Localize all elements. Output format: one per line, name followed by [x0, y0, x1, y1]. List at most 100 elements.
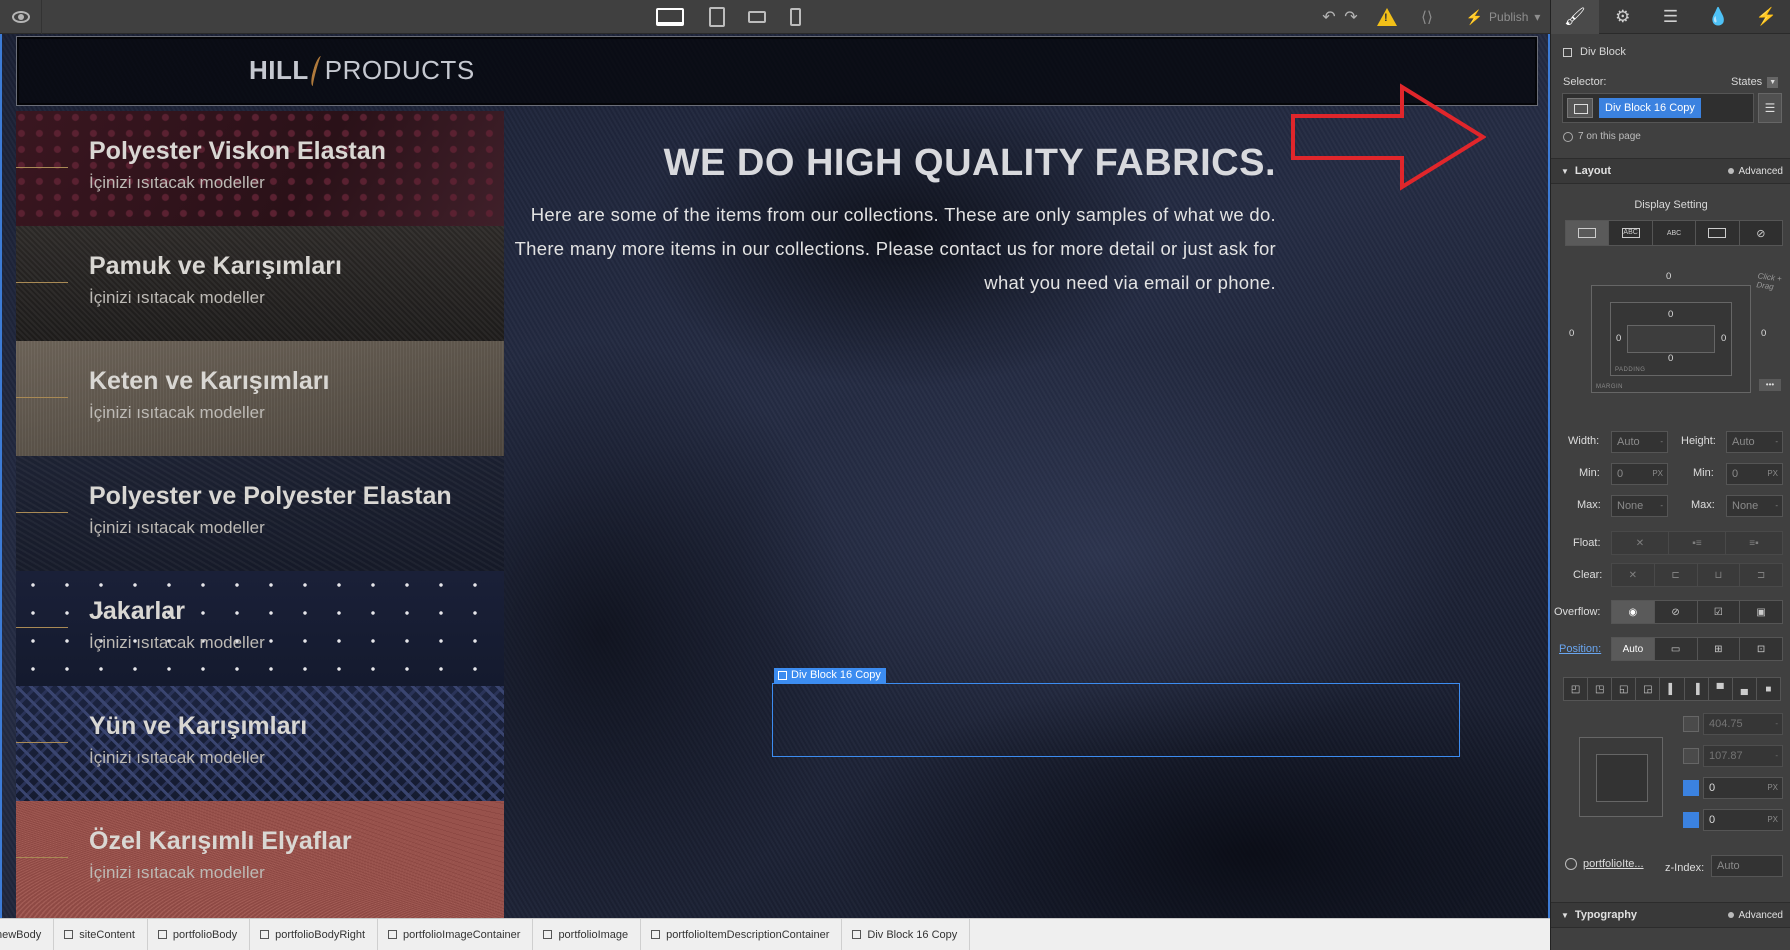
float-right-icon[interactable]: ≡▪ [1726, 532, 1782, 554]
clear-none-button[interactable]: ✕ [1612, 564, 1655, 586]
padding-right-value[interactable]: 0 [1721, 333, 1726, 344]
margin-left-value[interactable]: 0 [1569, 328, 1574, 339]
advanced-toggle[interactable]: Advanced [1727, 910, 1783, 921]
position-relative-icon[interactable]: ▭ [1655, 638, 1698, 660]
preview-eye-icon[interactable] [0, 0, 42, 34]
display-none-button[interactable]: ⊘ [1740, 221, 1782, 245]
clear-both-icon[interactable]: ⊔ [1698, 564, 1741, 586]
padding-bottom-value[interactable]: 0 [1668, 353, 1673, 364]
category-item[interactable]: Keten ve Karışımları İçinizi ısıtacak mod… [16, 341, 504, 456]
bottom-offset-input[interactable]: 0 PX [1703, 809, 1783, 831]
interactions-drops-icon[interactable]: 💧 [1694, 0, 1742, 34]
display-block-button[interactable] [1566, 221, 1610, 245]
hero-paragraph[interactable]: Here are some of the items from our coll… [496, 198, 1276, 300]
states-dropdown[interactable]: States ▼ [1731, 76, 1790, 88]
preset-full-icon[interactable]: ■ [1757, 678, 1780, 700]
preset-top-right-icon[interactable]: ◳ [1588, 678, 1613, 700]
breadcrumb-item[interactable]: newBody [0, 919, 55, 950]
display-inline-button[interactable]: ABC [1653, 221, 1697, 245]
landscape-phone-view-icon[interactable] [744, 5, 770, 29]
display-flex-button[interactable] [1696, 221, 1740, 245]
left-offset-input[interactable]: 107.87 - [1703, 745, 1783, 767]
breadcrumb-item[interactable]: portfolioBody [148, 919, 251, 950]
desktop-view-icon[interactable] [652, 5, 688, 29]
clear-left-icon[interactable]: ⊏ [1655, 564, 1698, 586]
position-offset-box[interactable] [1579, 737, 1663, 817]
selected-element-label[interactable]: Div Block 16 Copy [774, 668, 886, 683]
style-brush-icon[interactable]: 🖌 [1551, 0, 1599, 34]
preset-top-left-icon[interactable]: ◰ [1564, 678, 1589, 700]
lightning-icon[interactable]: ⚡ [1742, 0, 1790, 34]
margin-right-value[interactable]: 0 [1761, 328, 1766, 339]
preset-top-icon[interactable]: ▀ [1709, 678, 1733, 700]
box-model-editor[interactable]: 0 0 0 0 MARGIN 0 0 0 0 PADDING Click + D… [1565, 265, 1783, 397]
overflow-auto-icon[interactable]: ▣ [1740, 601, 1782, 623]
preset-bottom-left-icon[interactable]: ◱ [1612, 678, 1637, 700]
relative-to-selector[interactable]: portfolioIte... [1565, 858, 1644, 870]
max-width-input[interactable]: None - [1611, 495, 1668, 517]
eye-off-icon: ⊘ [1756, 227, 1766, 240]
publish-button[interactable]: ⚡ Publish ▾ [1456, 0, 1550, 34]
float-left-icon[interactable]: ▪≡ [1669, 532, 1726, 554]
selector-menu-icon[interactable]: ☰ [1758, 93, 1782, 123]
selector-field[interactable]: Div Block 16 Copy [1562, 93, 1754, 123]
min-height-input[interactable]: 0 PX [1726, 463, 1783, 485]
selected-div-block[interactable] [772, 683, 1460, 757]
code-icon[interactable]: ⟨⟩ [1410, 0, 1444, 34]
preset-bottom-right-icon[interactable]: ◲ [1636, 678, 1661, 700]
preset-left-icon[interactable]: ▌ [1660, 678, 1685, 700]
tablet-view-icon[interactable] [704, 5, 730, 29]
breadcrumb-item[interactable]: portfolioImage [533, 919, 642, 950]
display-inline-block-button[interactable]: ABC [1609, 221, 1653, 245]
height-input[interactable]: Auto - [1726, 431, 1783, 453]
overflow-visible-eye-icon[interactable]: ◉ [1612, 601, 1655, 623]
category-item[interactable]: Jakarlar İçinizi ısıtacak modeller [16, 571, 504, 686]
min-width-input[interactable]: 0 PX [1611, 463, 1668, 485]
right-offset-input[interactable]: 0 PX [1703, 777, 1783, 799]
width-input[interactable]: Auto - [1611, 431, 1668, 453]
padding-top-value[interactable]: 0 [1668, 309, 1673, 320]
redo-icon[interactable]: ↷ [1340, 0, 1362, 34]
typography-section-header[interactable]: ▼ Typography Advanced [1551, 902, 1790, 928]
warning-icon[interactable]: ! [1372, 0, 1402, 34]
preset-bottom-icon[interactable]: ▄ [1733, 678, 1757, 700]
float-none-button[interactable]: ✕ [1612, 532, 1669, 554]
breadcrumb-item[interactable]: portfolioItemDescriptionContainer [641, 919, 843, 950]
advanced-toggle[interactable]: Advanced [1727, 166, 1783, 177]
design-canvas[interactable]: HILL PRODUCTS Polyester Viskon Elastan İç… [0, 34, 1550, 918]
category-item[interactable]: Yün ve Karışımları İçinizi ısıtacak model… [16, 686, 504, 801]
category-item[interactable]: Polyester Viskon Elastan İçinizi ısıtacak… [16, 111, 504, 226]
more-options-icon[interactable]: ••• [1759, 379, 1781, 391]
position-fixed-icon[interactable]: ⊡ [1740, 638, 1782, 660]
instances-count[interactable]: 7 on this page [1563, 131, 1790, 142]
breadcrumb-item[interactable]: portfolioImageContainer [378, 919, 534, 950]
top-offset-unit: - [1775, 719, 1778, 728]
width-unit: - [1660, 437, 1663, 446]
position-absolute-icon[interactable]: ⊞ [1698, 638, 1741, 660]
breadcrumb-item[interactable]: portfolioBodyRight [250, 919, 379, 950]
breadcrumb-item[interactable]: siteContent [54, 919, 148, 950]
category-item[interactable]: Özel Karışımlı Elyaflar İçinizi ısıtacak … [16, 801, 504, 918]
breadcrumb-item[interactable]: Div Block 16 Copy [842, 919, 971, 950]
hero-title[interactable]: WE DO HIGH QUALITY FABRICS. [664, 142, 1276, 185]
site-logo[interactable]: HILL PRODUCTS [249, 55, 475, 86]
settings-gear-icon[interactable]: ⚙ [1599, 0, 1647, 34]
overflow-hidden-icon[interactable]: ⊘ [1655, 601, 1698, 623]
clear-right-icon[interactable]: ⊐ [1740, 564, 1782, 586]
preset-right-icon[interactable]: ▐ [1685, 678, 1709, 700]
z-index-input[interactable]: Auto [1711, 855, 1783, 877]
top-offset-input[interactable]: 404.75 - [1703, 713, 1783, 735]
position-label[interactable]: Position: [1559, 643, 1601, 655]
navigator-icon[interactable]: ☰ [1647, 0, 1695, 34]
category-item[interactable]: Polyester ve Polyester Elastan İçinizi ıs… [16, 456, 504, 571]
selector-class-chip[interactable]: Div Block 16 Copy [1599, 98, 1701, 118]
phone-view-icon[interactable] [784, 5, 806, 29]
margin-top-value[interactable]: 0 [1666, 271, 1671, 282]
category-item[interactable]: Pamuk ve Karışımları İçinizi ısıtacak mod… [16, 226, 504, 341]
undo-icon[interactable]: ↶ [1318, 0, 1340, 34]
max-height-input[interactable]: None - [1726, 495, 1783, 517]
position-auto-button[interactable]: Auto [1612, 638, 1655, 660]
padding-left-value[interactable]: 0 [1616, 333, 1621, 344]
overflow-scroll-icon[interactable]: ☑ [1698, 601, 1741, 623]
layout-section-header[interactable]: ▼ Layout Advanced [1551, 158, 1790, 184]
